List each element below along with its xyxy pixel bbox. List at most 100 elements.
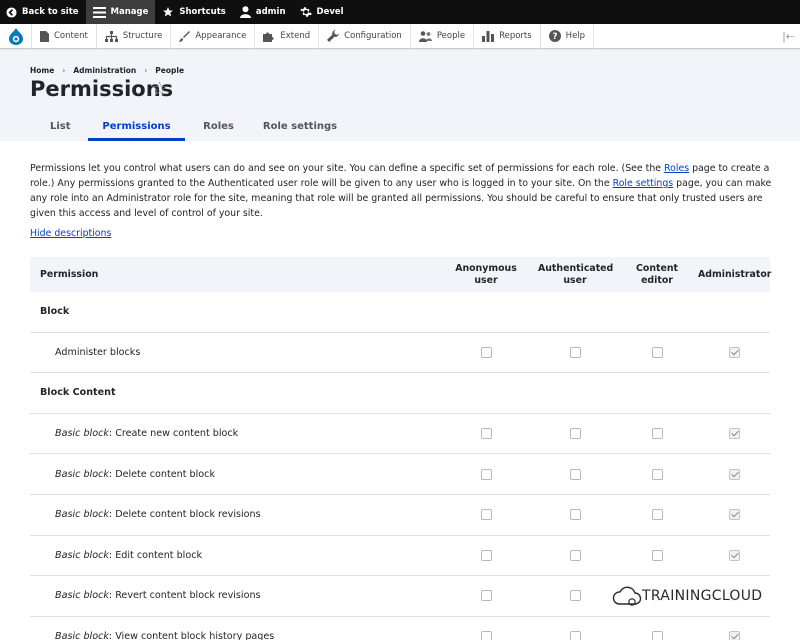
permission-label: : View content block history pages [108,631,275,640]
menu-people[interactable]: People [411,23,475,49]
breadcrumb-home[interactable]: Home [30,66,54,75]
checkbox-cell [616,509,698,521]
checkbox-cell [438,631,534,640]
shortcuts-button[interactable]: Shortcuts [155,0,232,24]
drupal-logo[interactable] [0,23,32,49]
permission-label: Administer blocks [55,346,141,358]
checkbox-anonymous[interactable] [480,346,492,358]
menu-content-label: Content [54,31,88,41]
admin-menu-tray: Content Structure Appearance Extend Conf… [0,23,800,49]
checkbox-anonymous[interactable] [480,468,492,480]
header-permission: Permission [40,269,99,280]
header-role-anonymous: Anonymous user [455,262,517,286]
tab-list-label: List [50,121,71,132]
role-settings-link[interactable]: Role settings [613,178,674,189]
checkbox-anonymous[interactable] [480,509,492,521]
checkbox-anonymous[interactable] [480,590,492,602]
section-title: Block [40,306,70,318]
devel-button[interactable]: Devel [293,0,351,24]
menu-content[interactable]: Content [32,23,97,49]
permission-name: Basic block: View content block history … [30,631,438,640]
tab-permissions[interactable]: Permissions [88,112,185,141]
checkbox-authenticated[interactable] [569,590,581,602]
menu-appearance[interactable]: Appearance [171,23,256,49]
section-title: Block Content [40,387,116,399]
menu-reports[interactable]: Reports [474,23,541,49]
checkbox-cell [438,509,534,521]
checkbox-cell [534,509,616,521]
manage-button[interactable]: Manage [85,0,156,24]
user-label: admin [255,7,286,17]
checkbox-cell [438,428,534,440]
menu-structure[interactable]: Structure [97,23,172,49]
star-shortcut-icon[interactable]: ☆ [151,80,168,99]
roles-link[interactable]: Roles [664,163,689,174]
tab-roles[interactable]: Roles [185,112,252,141]
checkbox-cell [616,468,698,480]
table-row: Basic block: Edit content block [30,536,770,577]
menu-help[interactable]: ? Help [541,23,595,49]
checkbox-anonymous[interactable] [480,428,492,440]
devel-label: Devel [316,7,344,17]
permission-label: : Revert content block revisions [108,590,261,602]
tab-list[interactable]: List [30,112,88,141]
breadcrumb-people[interactable]: People [155,66,184,75]
checkbox-administrator[interactable] [728,549,740,561]
checkbox-authenticated[interactable] [569,549,581,561]
checkbox-content-editor[interactable] [651,509,663,521]
checkbox-cell [698,549,770,561]
hide-descriptions-link[interactable]: Hide descriptions [30,228,111,239]
checkbox-content-editor[interactable] [651,468,663,480]
checkbox-anonymous[interactable] [480,549,492,561]
checkbox-authenticated[interactable] [569,428,581,440]
table-row: Administer blocks [30,333,770,374]
checkbox-administrator[interactable] [728,346,740,358]
breadcrumb-administration[interactable]: Administration [73,66,136,75]
brush-icon [179,30,191,42]
permission-name: Basic block: Delete content block revisi… [30,509,438,520]
checkbox-administrator[interactable] [728,631,740,640]
description-text-1: Permissions let you control what users c… [30,163,665,174]
menu-extend[interactable]: Extend [255,23,320,49]
checkbox-content-editor[interactable] [651,346,663,358]
checkbox-cell [438,549,534,561]
cloud-logo [612,586,642,606]
back-to-site-link[interactable]: Back to site [0,0,86,24]
checkbox-content-editor[interactable] [651,428,663,440]
checkbox-administrator[interactable] [728,509,740,521]
menu-appearance-label: Appearance [195,31,247,41]
permission-section-row: Block [30,292,770,333]
permission-label: : Edit content block [108,549,203,561]
checkbox-authenticated[interactable] [569,468,581,480]
permission-bundle: Basic block [55,509,109,521]
help-icon: ? [548,30,561,42]
checkbox-authenticated[interactable] [569,631,581,640]
menu-configuration-label: Configuration [344,31,402,41]
checkbox-content-editor[interactable] [651,631,663,640]
permissions-description: Permissions let you control what users c… [30,161,775,221]
menu-extend-label: Extend [280,31,311,41]
checkbox-authenticated[interactable] [569,346,581,358]
checkbox-cell [698,631,770,640]
star-icon [163,7,174,17]
permission-label: : Delete content block [108,468,215,480]
checkbox-cell [534,468,616,480]
checkbox-authenticated[interactable] [569,509,581,521]
checkbox-anonymous[interactable] [480,631,492,640]
checkbox-cell [616,631,698,640]
tray-orientation-toggle[interactable]: |⇠ [782,30,795,43]
checkbox-content-editor[interactable] [651,549,663,561]
checkbox-administrator[interactable] [728,468,740,480]
menu-configuration[interactable]: Configuration [319,23,411,49]
tab-role-settings[interactable]: Role settings [252,112,348,141]
checkbox-cell [698,509,770,521]
drupal-drop-icon [8,27,23,45]
checkbox-administrator[interactable] [728,428,740,440]
header-role-authenticated: Authenticated user [538,262,614,286]
admin-toolbar: Back to site Manage Shortcuts admin Deve… [0,0,800,24]
gear-icon [299,7,312,17]
checkbox-cell [698,346,770,358]
user-button[interactable]: admin [233,0,293,24]
people-icon [418,30,432,42]
checkbox-cell [534,346,616,358]
